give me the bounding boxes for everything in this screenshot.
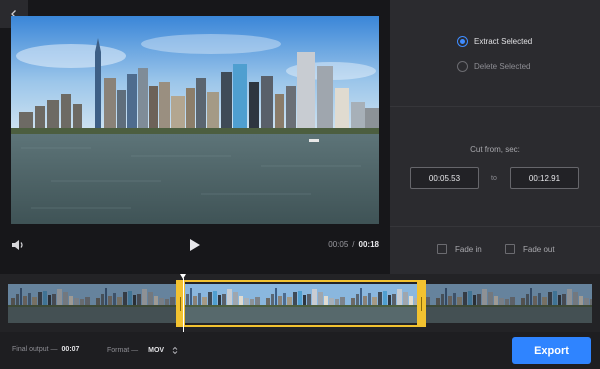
fade-in-option[interactable]: Fade in bbox=[437, 244, 482, 254]
play-icon bbox=[190, 239, 200, 251]
final-output-value: 00:07 bbox=[61, 346, 80, 353]
volume-icon bbox=[12, 240, 23, 250]
final-output-label: Final output — bbox=[12, 346, 58, 353]
extract-selected-option[interactable]: Extract Selected bbox=[457, 36, 532, 47]
playhead-line bbox=[183, 278, 184, 332]
extract-selected-label: Extract Selected bbox=[474, 37, 533, 46]
time-separator: / bbox=[352, 240, 355, 249]
format-label: Format — bbox=[107, 347, 139, 354]
selection-end-handle[interactable] bbox=[417, 280, 426, 327]
video-preview-panel: 00:05 / 00:18 bbox=[0, 0, 390, 274]
delete-selected-radio[interactable] bbox=[457, 61, 468, 72]
video-frame bbox=[11, 16, 379, 224]
format-value: MOV bbox=[148, 347, 165, 354]
format-select[interactable]: Format — MOV bbox=[107, 346, 178, 355]
divider bbox=[390, 106, 600, 107]
final-output: Final output — 00:07 bbox=[12, 346, 79, 353]
total-duration: 00:18 bbox=[358, 240, 379, 249]
fade-out-option[interactable]: Fade out bbox=[505, 244, 555, 254]
fade-in-label: Fade in bbox=[455, 244, 482, 254]
playhead[interactable] bbox=[180, 274, 186, 332]
footer-bar: Final output — 00:07 Format — MOV Export bbox=[0, 332, 600, 369]
delete-selected-label: Delete Selected bbox=[474, 62, 531, 71]
export-button[interactable]: Export bbox=[512, 337, 591, 364]
timeline[interactable] bbox=[0, 274, 600, 332]
to-label: to bbox=[491, 175, 497, 182]
selection-range[interactable] bbox=[176, 280, 426, 327]
extract-selected-radio[interactable] bbox=[457, 36, 468, 47]
fade-in-checkbox[interactable] bbox=[437, 244, 447, 254]
fade-out-label: Fade out bbox=[523, 244, 555, 254]
unselected-region-left bbox=[8, 284, 178, 323]
current-time: 00:05 bbox=[328, 240, 349, 249]
time-readout: 00:05 / 00:18 bbox=[328, 240, 379, 249]
cut-options-panel: Extract Selected Delete Selected Cut fro… bbox=[390, 0, 600, 274]
divider bbox=[390, 226, 600, 227]
delete-selected-option[interactable]: Delete Selected bbox=[457, 61, 530, 72]
fade-out-checkbox[interactable] bbox=[505, 244, 515, 254]
unselected-region-right bbox=[425, 284, 592, 323]
cut-to-input[interactable]: 00:12.91 bbox=[510, 167, 579, 189]
cut-from-input[interactable]: 00:05.53 bbox=[410, 167, 479, 189]
format-chevron-icon bbox=[172, 346, 178, 355]
volume-button[interactable] bbox=[11, 238, 25, 252]
play-button[interactable] bbox=[189, 238, 201, 252]
cut-from-label: Cut from, sec: bbox=[470, 145, 520, 154]
